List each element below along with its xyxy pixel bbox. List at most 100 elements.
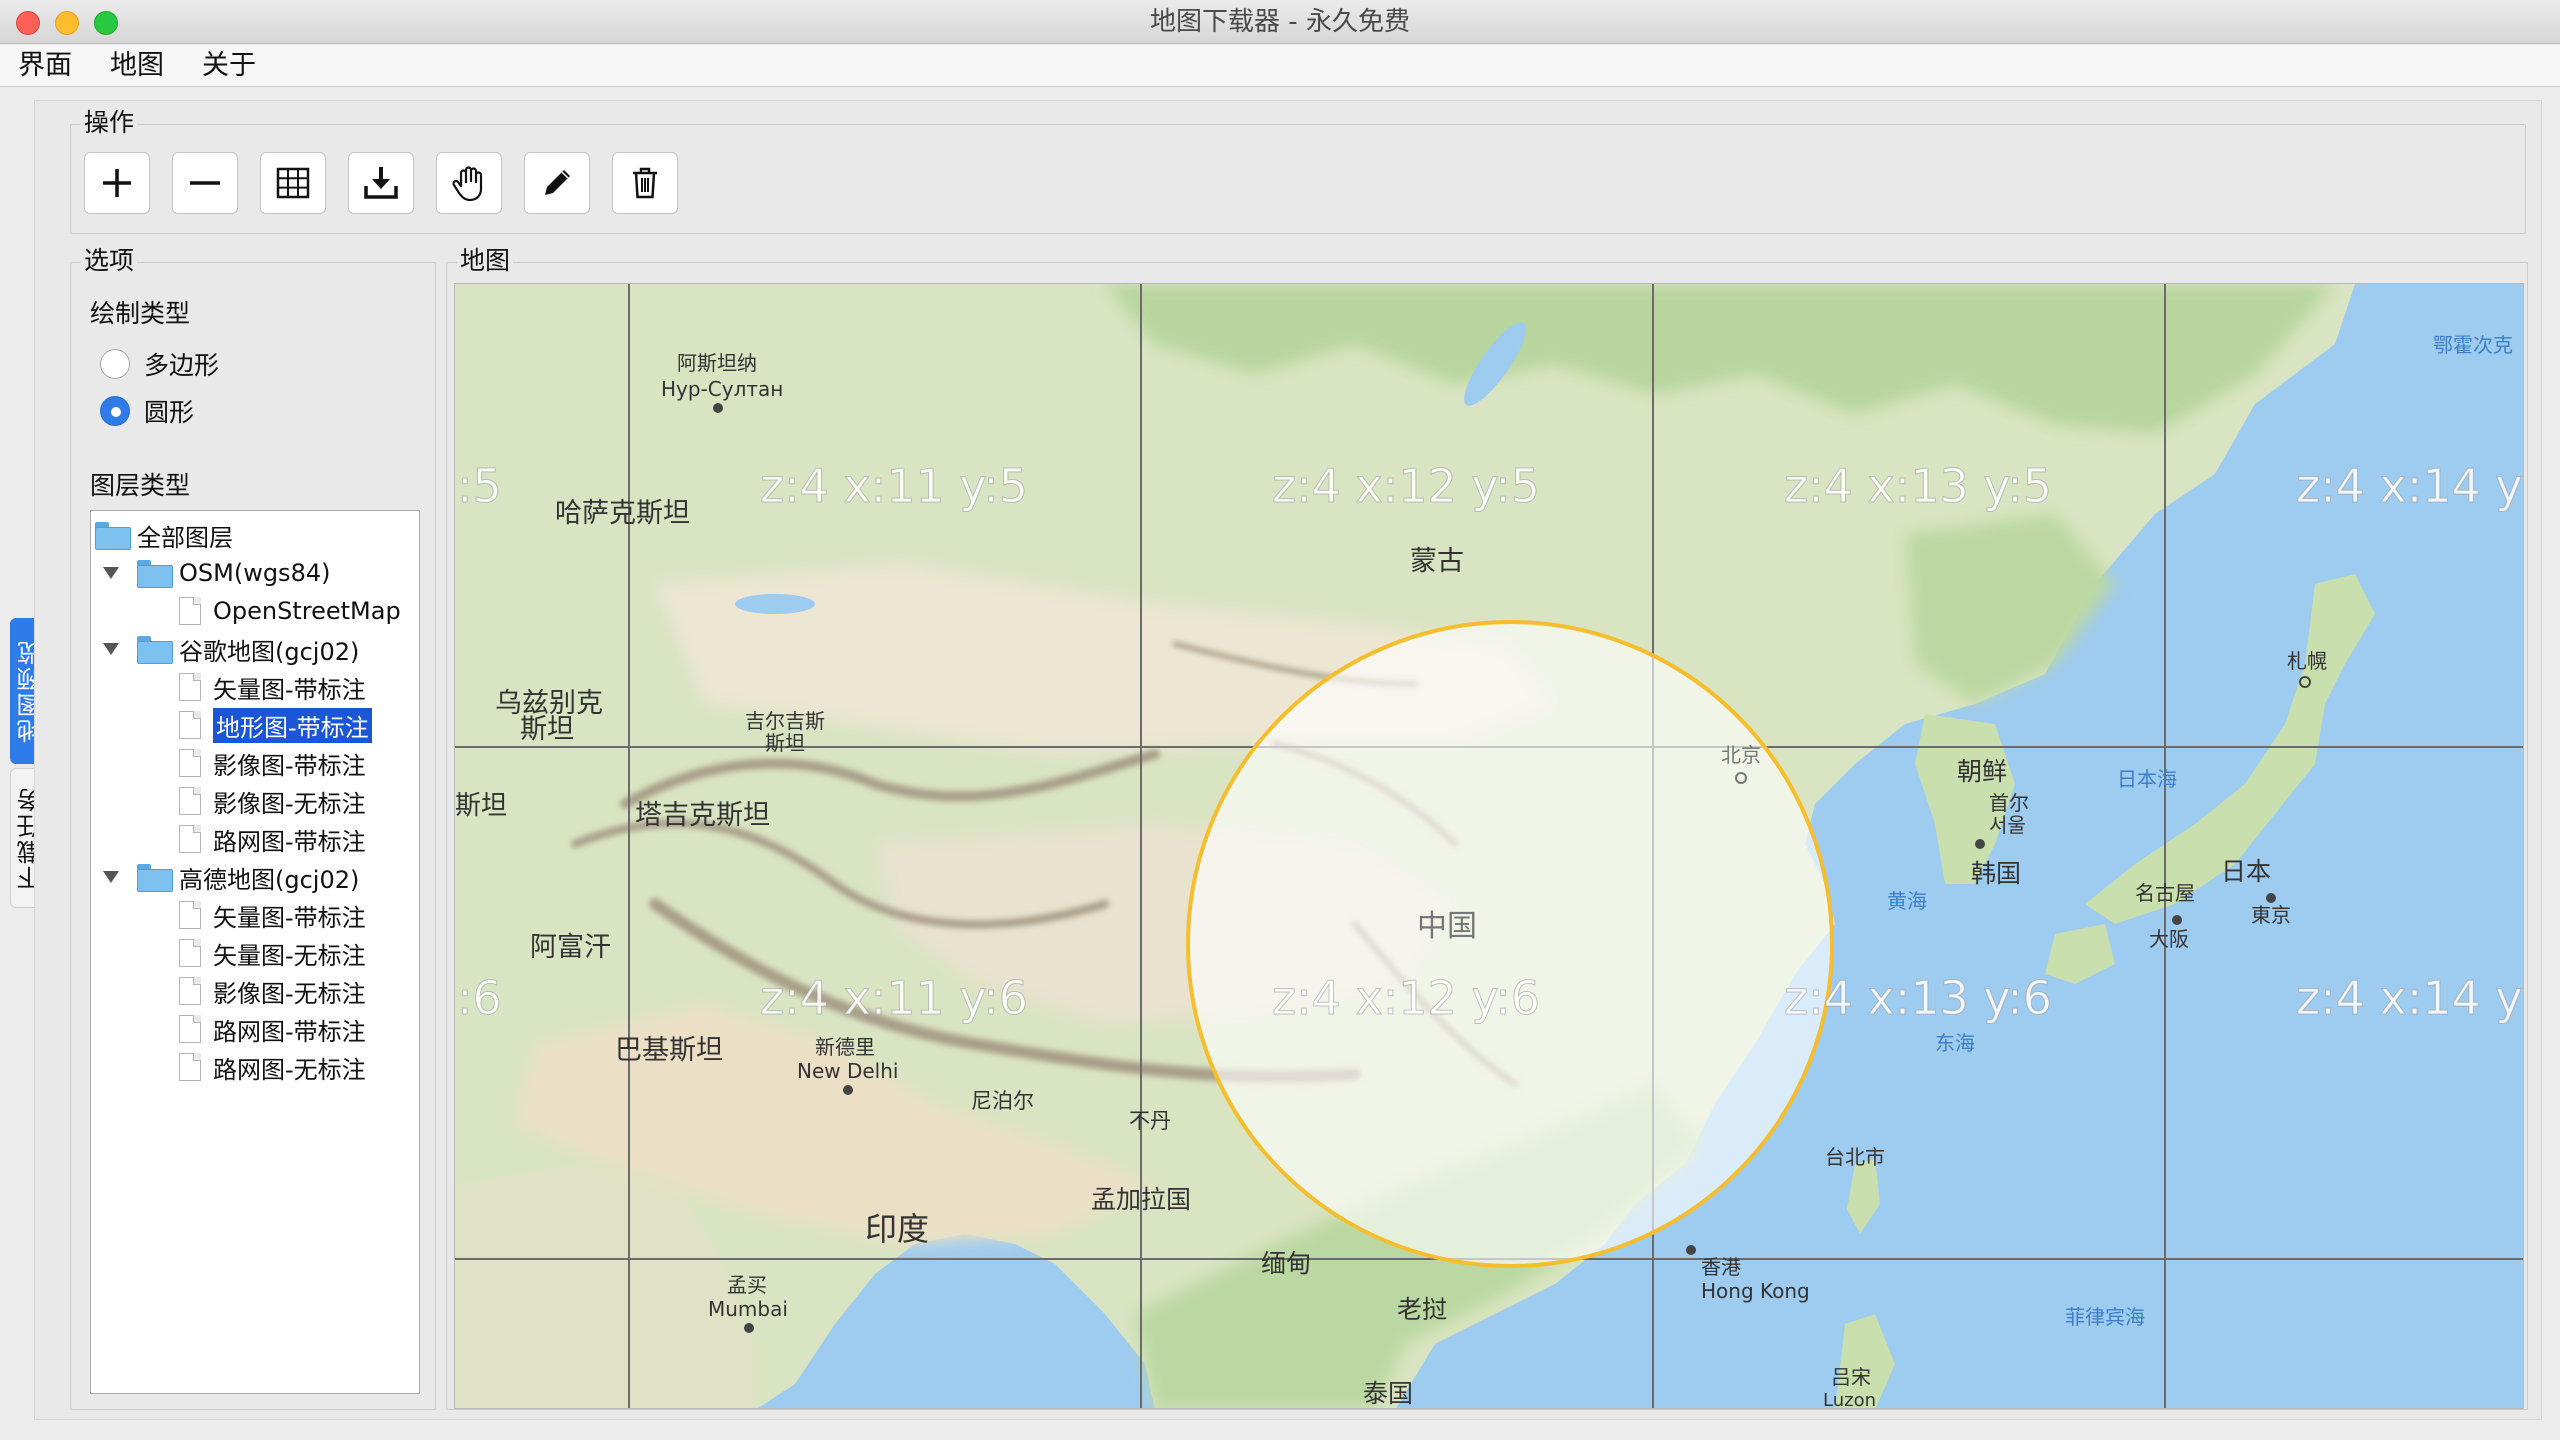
options-label: 选项 xyxy=(81,245,138,277)
tree-item[interactable]: 矢量图-带标注 xyxy=(179,897,366,933)
delete-button[interactable] xyxy=(612,152,678,214)
operations-label: 操作 xyxy=(81,107,138,139)
menu-interface[interactable]: 界面 xyxy=(18,45,72,87)
tree-group-osm[interactable]: OSM(wgs84) xyxy=(97,555,330,591)
tree-item[interactable]: 矢量图-无标注 xyxy=(179,935,366,971)
place-label: 印度 xyxy=(865,1210,929,1248)
place-label: 孟买 xyxy=(727,1273,767,1297)
menu-map[interactable]: 地图 xyxy=(110,45,164,87)
file-icon xyxy=(179,1015,201,1043)
map-canvas[interactable]: :5 z:4 x:11 y:5 z:4 x:12 y:5 z:4 x:13 y:… xyxy=(455,284,2524,1409)
file-icon xyxy=(179,673,201,701)
menu-about[interactable]: 关于 xyxy=(202,45,256,87)
radio-polygon-button[interactable] xyxy=(100,349,130,379)
folder-icon xyxy=(95,522,131,550)
file-icon xyxy=(179,787,201,815)
expand-toggle-icon[interactable] xyxy=(97,559,125,587)
file-icon xyxy=(179,597,201,625)
place-label: 東京 xyxy=(2251,903,2291,927)
place-label: 老挝 xyxy=(1397,1295,1447,1324)
tree-item[interactable]: 矢量图-带标注 xyxy=(179,669,366,705)
file-icon xyxy=(179,977,201,1005)
tree-item[interactable]: 影像图-无标注 xyxy=(179,783,366,819)
grid-button[interactable] xyxy=(260,152,326,214)
place-label: 新德里 xyxy=(815,1035,875,1059)
title-bar: 地图下载器 - 永久免费 xyxy=(0,0,2560,44)
city-dot xyxy=(744,1323,754,1333)
tree-item[interactable]: 影像图-无标注 xyxy=(179,973,366,1009)
map-view[interactable]: :5 z:4 x:11 y:5 z:4 x:12 y:5 z:4 x:13 y:… xyxy=(454,283,2524,1409)
place-label: 哈萨克斯坦 xyxy=(555,498,690,529)
tile-label: z:4 x:13 y:6 xyxy=(1784,971,2052,1025)
menu-bar: 界面 地图 关于 xyxy=(0,45,2560,87)
trash-icon xyxy=(633,167,657,199)
place-label: 塔吉克斯坦 xyxy=(635,800,770,831)
city-dot xyxy=(713,403,723,413)
place-label: 缅甸 xyxy=(1261,1249,1311,1278)
tree-item-selected[interactable]: 地形图-带标注 xyxy=(179,707,372,743)
file-icon xyxy=(179,901,201,929)
tile-label: z:4 x:13 y:5 xyxy=(1784,459,2052,513)
place-label: 서울 xyxy=(1989,813,2026,837)
draw-button[interactable] xyxy=(524,152,590,214)
tree-item[interactable]: 影像图-带标注 xyxy=(179,745,366,781)
place-label: 孟加拉国 xyxy=(1091,1185,1191,1214)
zoom-in-icon xyxy=(103,169,131,197)
place-label: 吕宋 xyxy=(1831,1365,1871,1389)
tree-item[interactable]: OpenStreetMap xyxy=(179,593,401,629)
place-label: 韩国 xyxy=(1971,859,2021,888)
place-label: 朝鲜 xyxy=(1957,757,2007,786)
place-label: 阿富汗 xyxy=(530,932,611,963)
tile-label: z:4 x:14 y:6 xyxy=(2296,971,2524,1025)
place-label: 中国 xyxy=(1417,909,1477,944)
layer-type-label: 图层类型 xyxy=(90,471,191,500)
city-dot xyxy=(843,1085,853,1095)
place-label: 香港 xyxy=(1701,1255,1741,1279)
file-icon xyxy=(179,749,201,777)
place-label: 台北市 xyxy=(1825,1145,1885,1169)
circle-selection[interactable] xyxy=(1186,620,1834,1268)
place-label: 日本海 xyxy=(2117,767,2177,791)
file-icon xyxy=(179,825,201,853)
pan-button[interactable] xyxy=(436,152,502,214)
city-dot xyxy=(2266,893,2276,903)
download-icon xyxy=(364,167,398,199)
place-label: Luzon xyxy=(1823,1390,1876,1409)
tree-group-google[interactable]: 谷歌地图(gcj02) xyxy=(97,631,359,667)
place-label: 吉尔吉斯 xyxy=(745,709,825,733)
place-label: 东海 xyxy=(1935,1031,1975,1055)
radio-circle[interactable]: 圆形 xyxy=(100,393,194,429)
tree-group-amap[interactable]: 高德地图(gcj02) xyxy=(97,859,359,895)
tree-item[interactable]: 路网图-带标注 xyxy=(179,821,366,857)
file-icon xyxy=(179,939,201,967)
draw-type-label: 绘制类型 xyxy=(90,299,191,328)
place-label: 菲律宾海 xyxy=(2065,1305,2145,1329)
zoom-out-icon xyxy=(190,181,220,185)
expand-toggle-icon[interactable] xyxy=(97,863,125,891)
place-label: 北京 xyxy=(1721,743,1761,767)
tree-item[interactable]: 路网图-无标注 xyxy=(179,1049,366,1085)
expand-toggle-icon[interactable] xyxy=(97,635,125,663)
place-label: 斯坦 xyxy=(765,731,805,755)
file-icon xyxy=(179,1053,201,1081)
toolbar xyxy=(84,152,678,214)
radio-circle-button[interactable] xyxy=(100,396,130,426)
folder-icon xyxy=(137,560,173,588)
place-label: 阿斯坦纳 xyxy=(677,351,757,375)
lake-balkhash xyxy=(735,594,815,614)
zoom-out-button[interactable] xyxy=(172,152,238,214)
radio-polygon[interactable]: 多边形 xyxy=(100,346,219,382)
tree-item[interactable]: 路网图-带标注 xyxy=(179,1011,366,1047)
tile-label: z:4 x:11 y:6 xyxy=(760,971,1028,1025)
layer-tree[interactable]: 全部图层 OSM(wgs84) OpenStreetMap 谷歌地图(gcj02… xyxy=(90,510,420,1394)
download-button[interactable] xyxy=(348,152,414,214)
place-label: 斯坦 xyxy=(455,791,507,821)
tree-root[interactable]: 全部图层 xyxy=(95,517,233,553)
zoom-in-button[interactable] xyxy=(84,152,150,214)
city-dot xyxy=(1975,839,1985,849)
place-label: 名古屋 xyxy=(2135,881,2195,905)
place-label: 札幌 xyxy=(2287,649,2327,673)
map-label: 地图 xyxy=(457,245,514,277)
tile-label: z:4 x:11 y:5 xyxy=(760,459,1028,513)
place-label: 大阪 xyxy=(2149,927,2189,951)
